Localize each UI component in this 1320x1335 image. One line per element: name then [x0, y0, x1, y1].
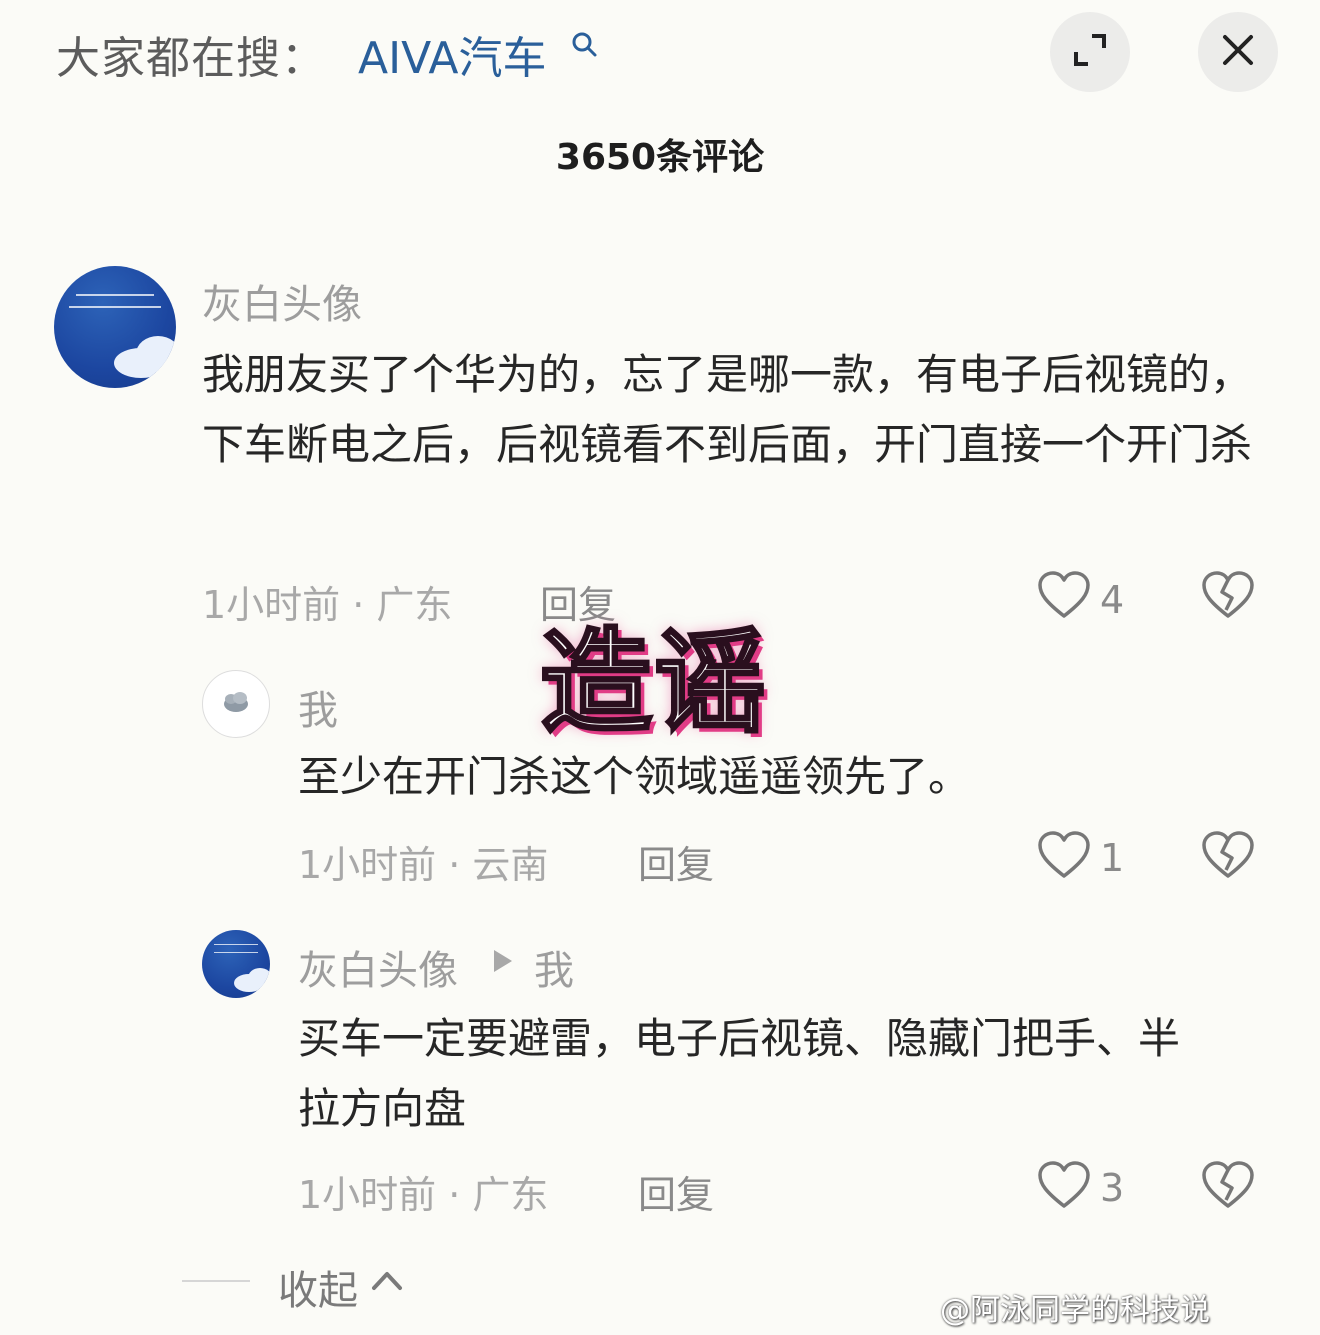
heart-icon[interactable] — [1036, 570, 1092, 624]
avatar[interactable] — [54, 266, 176, 388]
watermark: @阿泳同学的科技说 — [940, 1293, 1210, 1328]
heart-icon[interactable] — [1036, 1160, 1092, 1214]
broken-heart-icon[interactable] — [1200, 830, 1256, 884]
search-suggestion-link[interactable]: AIVA汽车 — [358, 22, 546, 86]
expand-icon — [1070, 30, 1110, 74]
close-icon — [1220, 32, 1256, 72]
broken-heart-icon[interactable] — [1200, 570, 1256, 624]
rumor-stamp-overlay: 造谣 — [539, 617, 768, 750]
broken-heart-icon[interactable] — [1200, 1160, 1256, 1214]
reply-button[interactable]: 回复 — [638, 1164, 714, 1219]
reply-text: 买车一定要避雷，电子后视镜、隐藏门把手、半拉方向盘 — [298, 1014, 1181, 1133]
play-triangle-icon — [492, 948, 514, 978]
avatar[interactable] — [202, 670, 270, 738]
like-count: 3 — [1100, 1166, 1125, 1210]
reply-button[interactable]: 回复 — [638, 834, 714, 889]
reply-to-username[interactable]: 我 — [534, 938, 574, 996]
reply-username[interactable]: 灰白头像 — [298, 938, 458, 996]
comment-text: 我朋友买了个华为的，忘了是哪一款，有电子后视镜的，下车断电之后，后视镜看不到后面… — [202, 350, 1253, 469]
collapse-label: 收起 — [278, 1268, 358, 1314]
divider — [182, 1280, 250, 1282]
default-avatar-icon — [221, 690, 251, 718]
reply-meta: 1小时前 · 广东 — [298, 1173, 549, 1217]
like-count: 4 — [1100, 578, 1125, 622]
comment-meta: 1小时前 · 广东 — [202, 583, 453, 627]
heart-icon[interactable] — [1036, 830, 1092, 884]
reply-meta: 1小时前 · 云南 — [298, 843, 549, 887]
avatar[interactable] — [202, 930, 270, 998]
comment-username[interactable]: 灰白头像 — [202, 272, 362, 330]
comment-count-title: 3650条评论 — [555, 137, 765, 178]
search-icon[interactable] — [570, 30, 600, 64]
chevron-up-icon — [370, 1268, 404, 1296]
close-button[interactable] — [1198, 12, 1278, 92]
reply-username[interactable]: 我 — [298, 678, 338, 736]
collapse-button[interactable]: 收起 — [278, 1256, 418, 1314]
like-count: 1 — [1100, 836, 1125, 880]
search-prefix: 大家都在搜： — [56, 33, 326, 84]
reply-text: 至少在开门杀这个领域遥遥领先了。 — [298, 752, 971, 801]
expand-button[interactable] — [1050, 12, 1130, 92]
